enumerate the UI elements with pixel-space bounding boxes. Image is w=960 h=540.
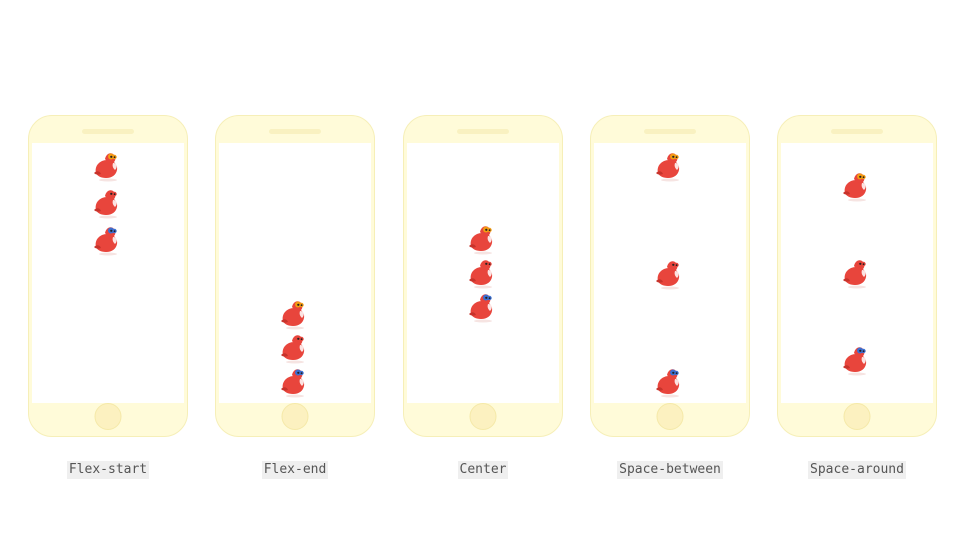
caption-label: Space-around: [808, 461, 906, 479]
red-bird-icon: [469, 226, 493, 255]
red-bird-icon: [281, 301, 305, 330]
phone-flex-end: [215, 115, 375, 437]
caption-label: Flex-start: [66, 461, 150, 479]
phone-speaker: [269, 129, 321, 134]
caption-space-between: Space-between: [590, 460, 750, 479]
red-bird-icon: [656, 369, 680, 398]
caption-label: Space-between: [617, 461, 723, 479]
home-button: [281, 403, 309, 430]
red-bird-icon: [94, 153, 118, 182]
home-button: [843, 403, 871, 430]
phone-speaker: [831, 129, 883, 134]
phone-screen: [407, 143, 559, 403]
red-bird-icon: [469, 294, 493, 323]
phone-flex-start: [28, 115, 188, 437]
phone-space-between: [590, 115, 750, 437]
phone-screen: [594, 143, 746, 403]
phone-screen: [781, 143, 933, 403]
phone-screen: [219, 143, 371, 403]
red-bird-icon: [94, 227, 118, 256]
caption-flex-end: Flex-end: [215, 460, 375, 479]
red-bird-icon: [843, 260, 867, 289]
red-bird-icon: [469, 260, 493, 289]
home-button: [94, 403, 122, 430]
phone-speaker: [82, 129, 134, 134]
red-bird-icon: [656, 153, 680, 182]
red-bird-icon: [843, 173, 867, 202]
red-bird-icon: [94, 190, 118, 219]
home-button: [656, 403, 684, 430]
caption-space-around: Space-around: [777, 460, 937, 479]
caption-label: Center: [457, 461, 509, 479]
home-button: [469, 403, 497, 430]
phone-speaker: [644, 129, 696, 134]
red-bird-icon: [281, 369, 305, 398]
red-bird-icon: [281, 335, 305, 364]
phone-speaker: [457, 129, 509, 134]
phone-center: [403, 115, 563, 437]
flex-justify-diagram: Flex-start Flex-end Center Space-between…: [0, 0, 960, 540]
caption-label: Flex-end: [261, 461, 329, 479]
phone-screen: [32, 143, 184, 403]
caption-center: Center: [403, 460, 563, 479]
phone-space-around: [777, 115, 937, 437]
red-bird-icon: [843, 346, 867, 376]
caption-flex-start: Flex-start: [28, 460, 188, 479]
red-bird-icon: [656, 261, 680, 290]
